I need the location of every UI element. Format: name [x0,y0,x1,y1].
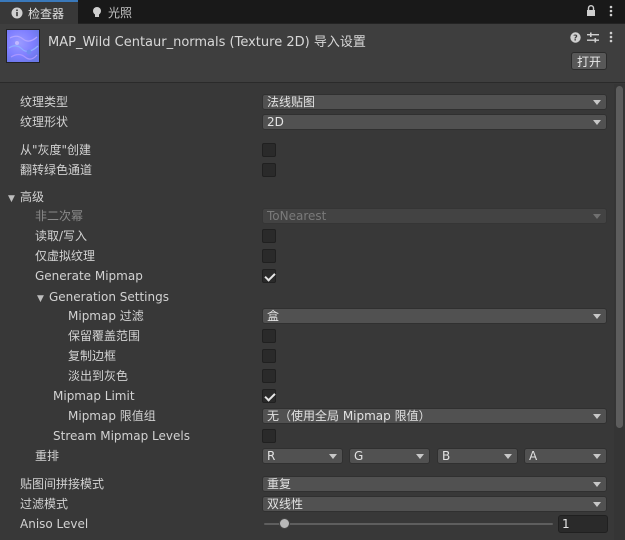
chevron-down-icon [593,120,601,125]
preserve-coverage-row: 保留覆盖范围 [0,327,612,345]
preserve-coverage-label: 保留覆盖范围 [68,329,141,343]
aniso-level-slider-track[interactable] [264,523,553,525]
foldout-arrow-icon: ▼ [8,194,15,204]
mipmap-limit-group-row: Mipmap 限值组 无（使用全局 Mipmap 限值） [0,407,612,425]
swizzle-r-dropdown[interactable]: R [262,448,343,464]
wrap-mode-row: 贴图间拼接模式 重复 [0,475,612,493]
replicate-border-checkbox[interactable] [262,349,276,363]
stream-mipmap-levels-label: Stream Mipmap Levels [53,429,190,443]
mipmap-limit-checkbox[interactable] [262,389,276,403]
generation-settings-label: Generation Settings [49,290,169,304]
tab-bar: 检查器 光照 [0,0,625,24]
generate-mipmap-label: Generate Mipmap [35,269,143,283]
wrap-mode-dropdown[interactable]: 重复 [262,476,607,492]
mipmap-limit-group-dropdown[interactable]: 无（使用全局 Mipmap 限值） [262,408,607,424]
flip-green-row: 翻转绿色通道 [0,161,612,179]
create-from-grayscale-label: 从"灰度"创建 [20,143,92,157]
mipmap-limit-label: Mipmap Limit [53,389,135,403]
filter-mode-dropdown[interactable]: 双线性 [262,496,607,512]
chevron-down-icon [416,454,424,459]
texture-shape-row: 纹理形状 2D [0,113,612,131]
chevron-down-icon [593,414,601,419]
fadeout-to-gray-checkbox[interactable] [262,369,276,383]
non-power-of-two-row: 非二次幂 ToNearest [0,207,612,225]
flip-green-label: 翻转绿色通道 [20,163,93,177]
texture-shape-dropdown[interactable]: 2D [262,114,607,130]
stream-mipmap-levels-checkbox[interactable] [262,429,276,443]
read-write-row: 读取/写入 [0,227,612,245]
virtual-texture-only-checkbox[interactable] [262,249,276,263]
generation-settings-foldout[interactable]: ▼ Generation Settings [0,288,612,306]
fadeout-to-gray-label: 淡出到灰色 [68,369,129,383]
mipmap-limit-group-label: Mipmap 限值组 [68,409,156,423]
lightbulb-icon [90,5,104,19]
read-write-checkbox[interactable] [262,229,276,243]
vertical-scrollbar[interactable] [614,84,625,540]
fadeout-to-gray-row: 淡出到灰色 [0,367,612,385]
filter-mode-row: 过滤模式 双线性 [0,495,612,513]
normal-map-thumbnail [6,29,40,63]
aniso-level-slider-handle[interactable] [279,518,290,529]
wrap-mode-label: 贴图间拼接模式 [20,477,105,491]
swizzle-b-dropdown[interactable]: B [437,448,518,464]
swizzle-a-dropdown[interactable]: A [524,448,607,464]
non-power-of-two-dropdown: ToNearest [262,208,607,224]
chevron-down-icon [593,502,601,507]
chevron-down-icon [593,314,601,319]
help-icon[interactable]: ? [569,30,581,44]
chevron-down-icon [329,454,337,459]
mipmap-filter-row: Mipmap 过滤 盒 [0,307,612,325]
advanced-label: 高级 [20,190,45,204]
replicate-border-row: 复制边框 [0,347,612,365]
texture-shape-label: 纹理形状 [20,115,69,129]
swizzle-g-dropdown[interactable]: G [349,448,430,464]
kebab-menu-icon[interactable] [605,30,617,44]
kebab-menu-icon[interactable] [605,4,617,18]
preserve-coverage-checkbox[interactable] [262,329,276,343]
importer-header: MAP_Wild Centaur_normals (Texture 2D) 导入… [0,24,625,83]
aniso-level-field[interactable]: 1 [558,515,608,533]
advanced-foldout[interactable]: ▼ 高级 [0,188,612,206]
mipmap-limit-row: Mipmap Limit [0,387,612,405]
chevron-down-icon [593,214,601,219]
info-icon [10,6,24,20]
create-from-grayscale-checkbox[interactable] [262,143,276,157]
open-button[interactable]: 打开 [571,52,607,70]
texture-type-dropdown[interactable]: 法线贴图 [262,94,607,110]
preset-icon[interactable] [587,30,599,44]
non-power-of-two-label: 非二次幂 [35,209,84,223]
tab-inspector[interactable]: 检查器 [0,0,78,24]
swizzle-label: 重排 [35,449,60,463]
chevron-down-icon [593,454,601,459]
foldout-arrow-icon: ▼ [37,294,44,304]
stream-mipmap-levels-row: Stream Mipmap Levels [0,427,612,445]
lock-icon[interactable] [585,4,597,18]
create-from-grayscale-row: 从"灰度"创建 [0,141,612,159]
virtual-texture-only-label: 仅虚拟纹理 [35,249,96,263]
importer-title: MAP_Wild Centaur_normals (Texture 2D) 导入… [48,35,366,50]
filter-mode-label: 过滤模式 [20,497,69,511]
chevron-down-icon [504,454,512,459]
tab-inspector-label: 检查器 [28,6,65,21]
flip-green-checkbox[interactable] [262,163,276,177]
virtual-texture-only-row: 仅虚拟纹理 [0,247,612,265]
mipmap-filter-label: Mipmap 过滤 [68,309,144,323]
aniso-level-label: Aniso Level [20,517,89,531]
scrollbar-thumb[interactable] [616,86,623,428]
read-write-label: 读取/写入 [35,229,88,243]
replicate-border-label: 复制边框 [68,349,117,363]
generate-mipmap-checkbox[interactable] [262,269,276,283]
texture-type-label: 纹理类型 [20,95,69,109]
generate-mipmap-row: Generate Mipmap [0,267,612,285]
chevron-down-icon [593,100,601,105]
svg-text:?: ? [573,33,578,42]
chevron-down-icon [593,482,601,487]
tab-lighting-label: 光照 [108,5,133,20]
aniso-level-row: Aniso Level 1 [0,515,612,533]
mipmap-filter-dropdown[interactable]: 盒 [262,308,607,324]
tab-lighting[interactable]: 光照 [84,0,132,24]
swizzle-row: 重排 R G B A [0,447,612,465]
texture-type-row: 纹理类型 法线贴图 [0,93,612,111]
